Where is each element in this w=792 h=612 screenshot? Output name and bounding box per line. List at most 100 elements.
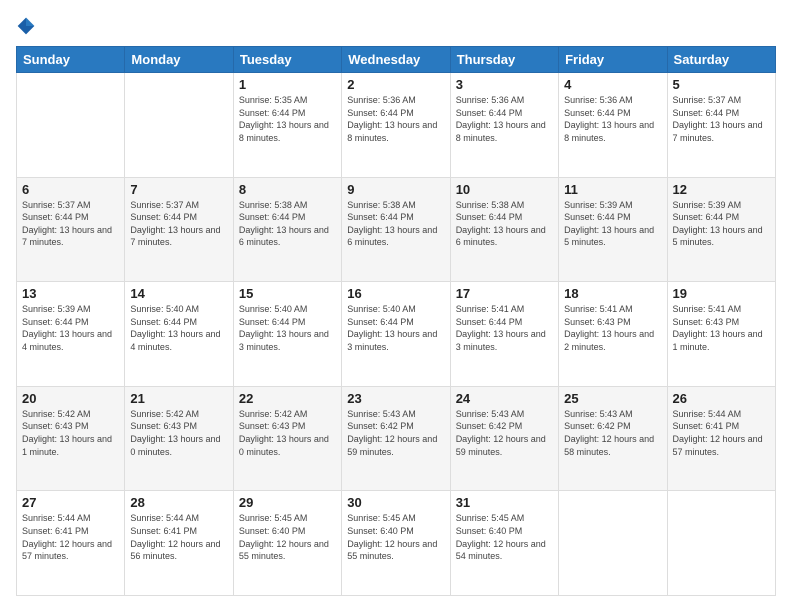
day-number: 28	[130, 495, 227, 510]
calendar-week-5: 27 Sunrise: 5:44 AM Sunset: 6:41 PM Dayli…	[17, 491, 776, 596]
calendar-header-row: SundayMondayTuesdayWednesdayThursdayFrid…	[17, 47, 776, 73]
day-info: Sunrise: 5:42 AM Sunset: 6:43 PM Dayligh…	[239, 408, 336, 458]
day-number: 18	[564, 286, 661, 301]
day-info: Sunrise: 5:39 AM Sunset: 6:44 PM Dayligh…	[564, 199, 661, 249]
day-number: 26	[673, 391, 770, 406]
calendar-cell: 13 Sunrise: 5:39 AM Sunset: 6:44 PM Dayli…	[17, 282, 125, 387]
calendar-cell: 7 Sunrise: 5:37 AM Sunset: 6:44 PM Daylig…	[125, 177, 233, 282]
calendar-cell: 19 Sunrise: 5:41 AM Sunset: 6:43 PM Dayli…	[667, 282, 775, 387]
day-number: 4	[564, 77, 661, 92]
day-number: 6	[22, 182, 119, 197]
day-number: 27	[22, 495, 119, 510]
day-info: Sunrise: 5:43 AM Sunset: 6:42 PM Dayligh…	[347, 408, 444, 458]
calendar-cell: 15Sunrise: 5:40 AM Sunset: 6:44 PM Dayli…	[233, 282, 341, 387]
day-info: Sunrise: 5:45 AM Sunset: 6:40 PM Dayligh…	[456, 512, 553, 562]
day-info: Sunrise: 5:40 AM Sunset: 6:44 PM Dayligh…	[347, 303, 444, 353]
day-info: Sunrise: 5:44 AM Sunset: 6:41 PM Dayligh…	[22, 512, 119, 562]
day-info: Sunrise: 5:44 AM Sunset: 6:41 PM Dayligh…	[673, 408, 770, 458]
calendar-week-3: 13 Sunrise: 5:39 AM Sunset: 6:44 PM Dayli…	[17, 282, 776, 387]
calendar-cell: 27 Sunrise: 5:44 AM Sunset: 6:41 PM Dayli…	[17, 491, 125, 596]
calendar-table: SundayMondayTuesdayWednesdayThursdayFrid…	[16, 46, 776, 596]
day-number: 10	[456, 182, 553, 197]
day-info: Sunrise: 5:38 AM Sunset: 6:44 PM Dayligh…	[347, 199, 444, 249]
day-number: 19	[673, 286, 770, 301]
calendar-header-wednesday: Wednesday	[342, 47, 450, 73]
calendar-cell: 5Sunrise: 5:37 AM Sunset: 6:44 PM Daylig…	[667, 73, 775, 178]
header	[16, 16, 776, 36]
calendar-cell: 3Sunrise: 5:36 AM Sunset: 6:44 PM Daylig…	[450, 73, 558, 178]
day-info: Sunrise: 5:40 AM Sunset: 6:44 PM Dayligh…	[130, 303, 227, 353]
calendar-header-tuesday: Tuesday	[233, 47, 341, 73]
calendar-cell: 28 Sunrise: 5:44 AM Sunset: 6:41 PM Dayli…	[125, 491, 233, 596]
calendar-cell: 23 Sunrise: 5:43 AM Sunset: 6:42 PM Dayli…	[342, 386, 450, 491]
calendar-cell: 10 Sunrise: 5:38 AM Sunset: 6:44 PM Dayli…	[450, 177, 558, 282]
calendar-week-2: 6 Sunrise: 5:37 AM Sunset: 6:44 PM Daylig…	[17, 177, 776, 282]
day-number: 24	[456, 391, 553, 406]
day-number: 22	[239, 391, 336, 406]
day-number: 7	[130, 182, 227, 197]
day-info: Sunrise: 5:35 AM Sunset: 6:44 PM Dayligh…	[239, 94, 336, 144]
day-number: 13	[22, 286, 119, 301]
calendar-cell: 25 Sunrise: 5:43 AM Sunset: 6:42 PM Dayli…	[559, 386, 667, 491]
calendar-cell: 17 Sunrise: 5:41 AM Sunset: 6:44 PM Dayli…	[450, 282, 558, 387]
calendar-cell: 26 Sunrise: 5:44 AM Sunset: 6:41 PM Dayli…	[667, 386, 775, 491]
day-number: 14	[130, 286, 227, 301]
day-number: 31	[456, 495, 553, 510]
day-info: Sunrise: 5:44 AM Sunset: 6:41 PM Dayligh…	[130, 512, 227, 562]
calendar-cell	[125, 73, 233, 178]
calendar-cell: 14 Sunrise: 5:40 AM Sunset: 6:44 PM Dayli…	[125, 282, 233, 387]
day-number: 17	[456, 286, 553, 301]
calendar-week-4: 20 Sunrise: 5:42 AM Sunset: 6:43 PM Dayli…	[17, 386, 776, 491]
calendar-cell	[17, 73, 125, 178]
day-number: 1	[239, 77, 336, 92]
day-number: 21	[130, 391, 227, 406]
day-number: 20	[22, 391, 119, 406]
day-info: Sunrise: 5:39 AM Sunset: 6:44 PM Dayligh…	[22, 303, 119, 353]
calendar-cell: 24 Sunrise: 5:43 AM Sunset: 6:42 PM Dayli…	[450, 386, 558, 491]
calendar-cell	[667, 491, 775, 596]
day-info: Sunrise: 5:43 AM Sunset: 6:42 PM Dayligh…	[564, 408, 661, 458]
calendar-cell: 11 Sunrise: 5:39 AM Sunset: 6:44 PM Dayli…	[559, 177, 667, 282]
calendar-cell	[559, 491, 667, 596]
calendar-cell: 20 Sunrise: 5:42 AM Sunset: 6:43 PM Dayli…	[17, 386, 125, 491]
day-info: Sunrise: 5:38 AM Sunset: 6:44 PM Dayligh…	[456, 199, 553, 249]
day-info: Sunrise: 5:41 AM Sunset: 6:43 PM Dayligh…	[564, 303, 661, 353]
calendar-cell: 4Sunrise: 5:36 AM Sunset: 6:44 PM Daylig…	[559, 73, 667, 178]
page: SundayMondayTuesdayWednesdayThursdayFrid…	[0, 0, 792, 612]
day-number: 25	[564, 391, 661, 406]
calendar-cell: 6 Sunrise: 5:37 AM Sunset: 6:44 PM Daylig…	[17, 177, 125, 282]
calendar-cell: 31 Sunrise: 5:45 AM Sunset: 6:40 PM Dayli…	[450, 491, 558, 596]
calendar-header-friday: Friday	[559, 47, 667, 73]
day-info: Sunrise: 5:41 AM Sunset: 6:43 PM Dayligh…	[673, 303, 770, 353]
day-info: Sunrise: 5:41 AM Sunset: 6:44 PM Dayligh…	[456, 303, 553, 353]
calendar-cell: 1 Sunrise: 5:35 AM Sunset: 6:44 PM Daylig…	[233, 73, 341, 178]
day-info: Sunrise: 5:37 AM Sunset: 6:44 PM Dayligh…	[130, 199, 227, 249]
day-info: Sunrise: 5:40 AM Sunset: 6:44 PM Dayligh…	[239, 303, 336, 353]
calendar-cell: 12 Sunrise: 5:39 AM Sunset: 6:44 PM Dayli…	[667, 177, 775, 282]
calendar-cell: 21Sunrise: 5:42 AM Sunset: 6:43 PM Dayli…	[125, 386, 233, 491]
day-info: Sunrise: 5:45 AM Sunset: 6:40 PM Dayligh…	[347, 512, 444, 562]
calendar-cell: 9Sunrise: 5:38 AM Sunset: 6:44 PM Daylig…	[342, 177, 450, 282]
calendar-cell: 2Sunrise: 5:36 AM Sunset: 6:44 PM Daylig…	[342, 73, 450, 178]
day-info: Sunrise: 5:37 AM Sunset: 6:44 PM Dayligh…	[22, 199, 119, 249]
day-info: Sunrise: 5:38 AM Sunset: 6:44 PM Dayligh…	[239, 199, 336, 249]
calendar-header-sunday: Sunday	[17, 47, 125, 73]
day-number: 12	[673, 182, 770, 197]
day-number: 11	[564, 182, 661, 197]
day-info: Sunrise: 5:39 AM Sunset: 6:44 PM Dayligh…	[673, 199, 770, 249]
day-info: Sunrise: 5:43 AM Sunset: 6:42 PM Dayligh…	[456, 408, 553, 458]
logo	[16, 16, 38, 36]
day-number: 5	[673, 77, 770, 92]
day-info: Sunrise: 5:42 AM Sunset: 6:43 PM Dayligh…	[22, 408, 119, 458]
logo-icon	[16, 16, 36, 36]
day-number: 23	[347, 391, 444, 406]
calendar-cell: 8Sunrise: 5:38 AM Sunset: 6:44 PM Daylig…	[233, 177, 341, 282]
calendar-cell: 29Sunrise: 5:45 AM Sunset: 6:40 PM Dayli…	[233, 491, 341, 596]
calendar-header-saturday: Saturday	[667, 47, 775, 73]
calendar-header-thursday: Thursday	[450, 47, 558, 73]
day-number: 30	[347, 495, 444, 510]
calendar-cell: 22 Sunrise: 5:42 AM Sunset: 6:43 PM Dayli…	[233, 386, 341, 491]
calendar-cell: 30 Sunrise: 5:45 AM Sunset: 6:40 PM Dayli…	[342, 491, 450, 596]
day-info: Sunrise: 5:36 AM Sunset: 6:44 PM Dayligh…	[456, 94, 553, 144]
day-number: 2	[347, 77, 444, 92]
